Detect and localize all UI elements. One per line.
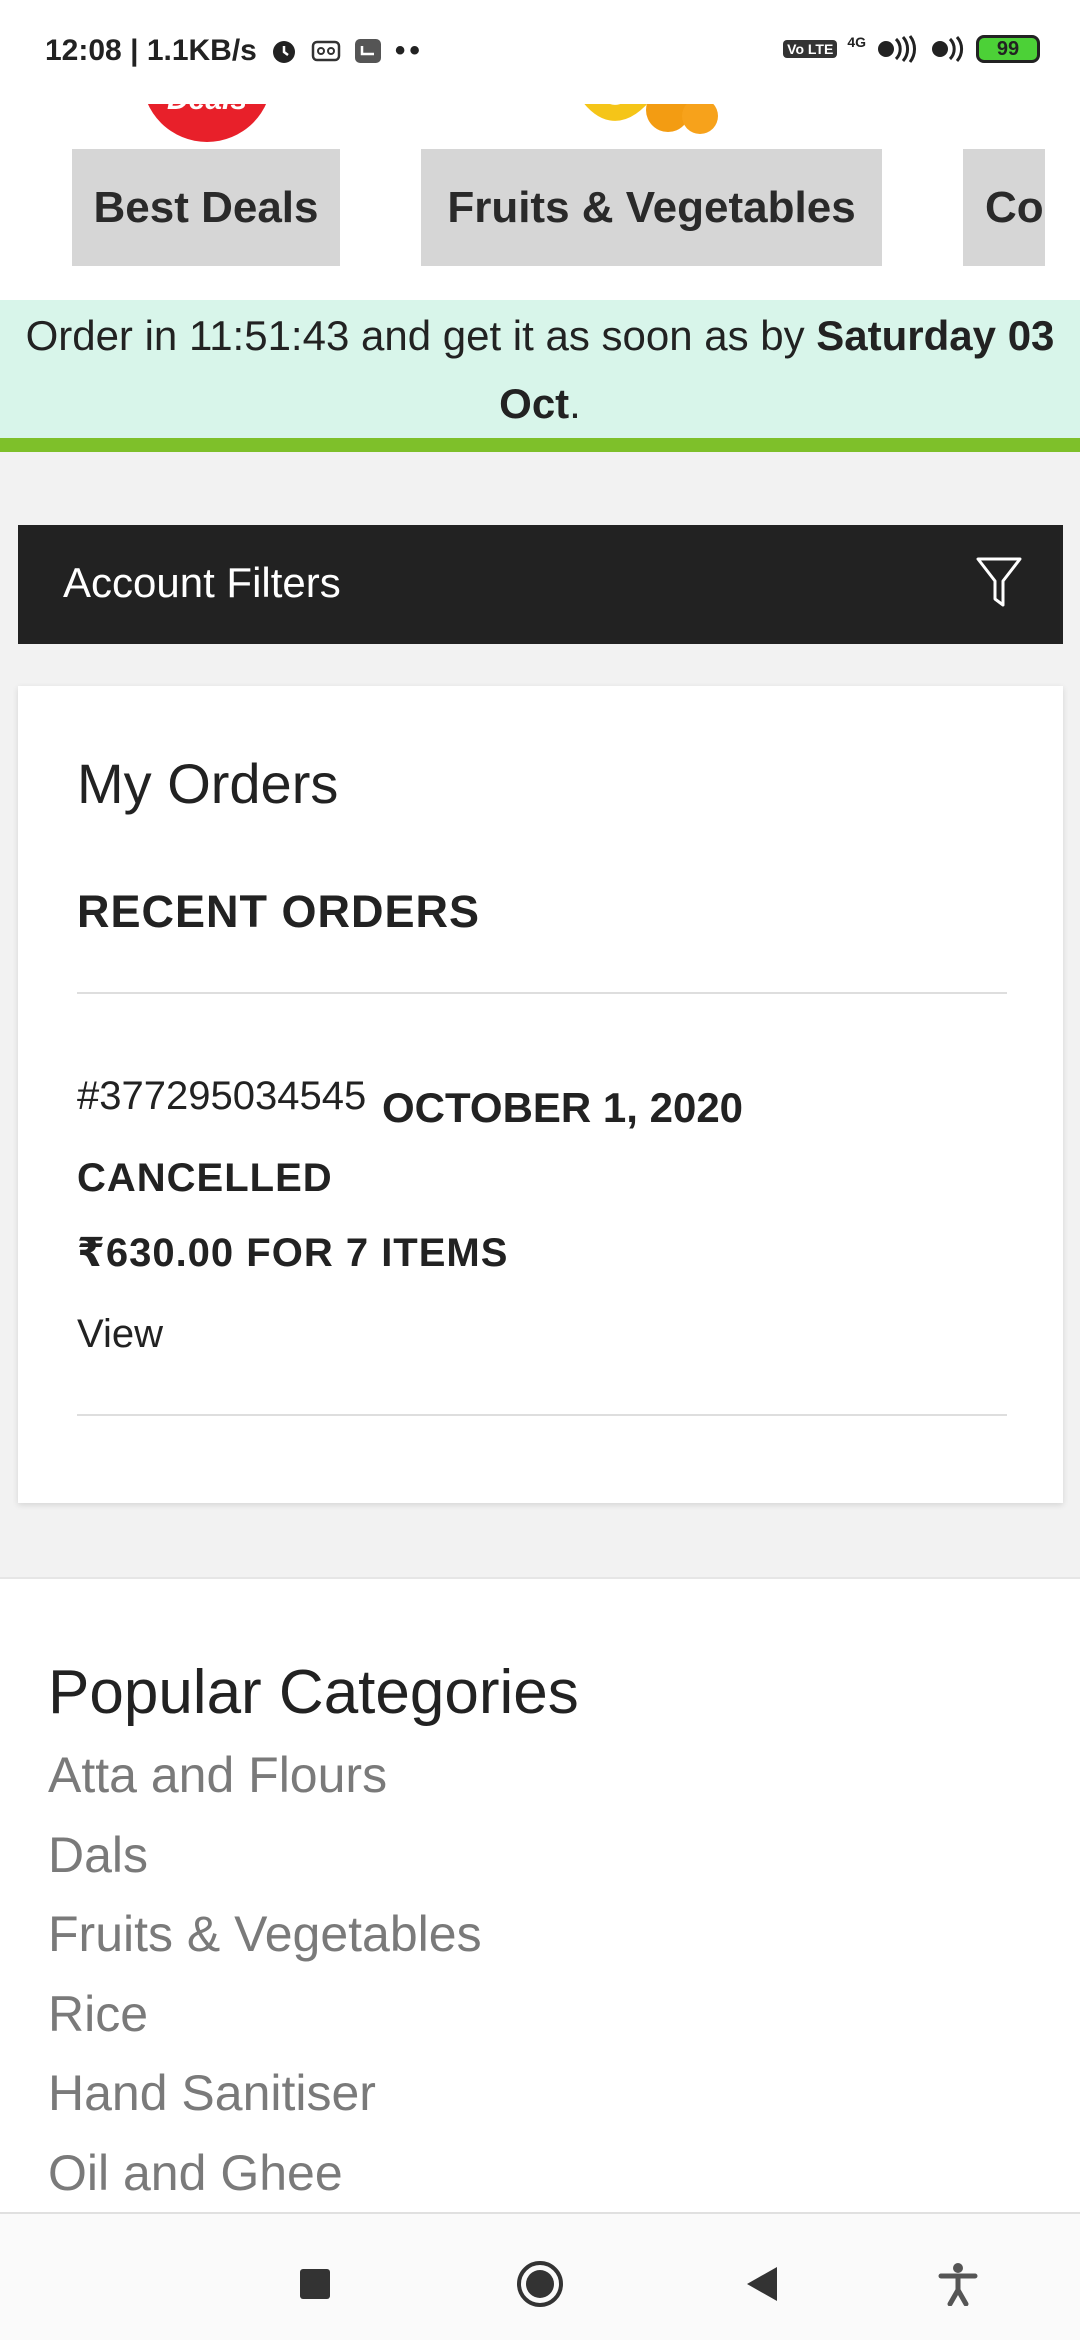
- category-partial[interactable]: Co: [963, 149, 1045, 266]
- volte-badge: Vo LTE: [783, 40, 838, 58]
- filter-icon[interactable]: [975, 555, 1023, 609]
- signal-strength-icon: [878, 35, 917, 63]
- voicemail-icon: [311, 40, 341, 62]
- wifi-icon: [932, 36, 964, 62]
- popular-category-link[interactable]: Oil and Ghee: [48, 2142, 482, 2222]
- delivery-banner: Order in 11:51:43 and get it as soon as …: [0, 300, 1080, 438]
- popular-category-link[interactable]: Hand Sanitiser: [48, 2062, 482, 2142]
- square-icon: [300, 2269, 330, 2299]
- system-navigation-bar: [0, 2212, 1080, 2340]
- popular-category-link[interactable]: Atta and Flours: [48, 1744, 482, 1824]
- banner-suffix: .: [569, 380, 581, 427]
- category-fruits-vegetables[interactable]: Fruits & Vegetables: [421, 149, 882, 266]
- my-orders-title: My Orders: [77, 752, 339, 815]
- status-left: 12:08 | 1.1KB/s ••: [45, 34, 424, 67]
- divider: [77, 992, 1007, 994]
- signal-type: 4G: [847, 34, 866, 50]
- alarm-icon: [272, 41, 295, 63]
- status-time: 12:08: [45, 34, 122, 67]
- view-order-link[interactable]: View: [77, 1312, 163, 1357]
- recent-apps-button[interactable]: [285, 2254, 345, 2314]
- battery-icon: 99: [976, 35, 1040, 63]
- network-speed: 1.1KB/s: [146, 34, 257, 67]
- order-number: #377295034545: [77, 1074, 367, 1118]
- divider: [77, 1414, 1007, 1416]
- popular-category-link[interactable]: Dals: [48, 1824, 482, 1904]
- category-best-deals[interactable]: Best Deals: [72, 149, 340, 266]
- popular-categories-section: Popular Categories Atta and Flours Dals …: [0, 1577, 1080, 2212]
- order-status: CANCELLED: [77, 1156, 333, 1200]
- banner-prefix: Order in 11:51:43 and get it as soon as …: [25, 312, 817, 359]
- status-right: Vo LTE 4G 99: [783, 34, 1040, 64]
- home-circle-icon: [517, 2261, 563, 2307]
- status-bar: 12:08 | 1.1KB/s •• Vo LTE 4G 99: [0, 0, 1080, 104]
- account-filters-label: Account Filters: [63, 559, 341, 606]
- order-date: OCTOBER 1, 2020: [382, 1084, 744, 1131]
- more-notifications-icon: ••: [394, 34, 424, 67]
- accessibility-icon: [938, 2263, 978, 2306]
- home-button[interactable]: [510, 2254, 570, 2314]
- banner-accent-bar: [0, 438, 1080, 452]
- back-button[interactable]: [732, 2254, 792, 2314]
- popular-category-link[interactable]: Rice: [48, 1983, 482, 2063]
- recent-orders-heading: RECENT ORDERS: [77, 886, 481, 937]
- my-orders-card: My Orders RECENT ORDERS #377295034545 OC…: [18, 686, 1063, 1503]
- app-notification-icon: [354, 39, 381, 63]
- accessibility-button[interactable]: [928, 2254, 988, 2314]
- popular-categories-list: Atta and Flours Dals Fruits & Vegetables…: [48, 1744, 482, 2221]
- order-total: ₹630.00 FOR 7 ITEMS: [77, 1231, 509, 1275]
- popular-categories-title: Popular Categories: [48, 1658, 579, 1727]
- back-triangle-icon: [747, 2267, 777, 2301]
- account-filters-bar[interactable]: Account Filters: [18, 525, 1063, 644]
- popular-category-link[interactable]: Fruits & Vegetables: [48, 1903, 482, 1983]
